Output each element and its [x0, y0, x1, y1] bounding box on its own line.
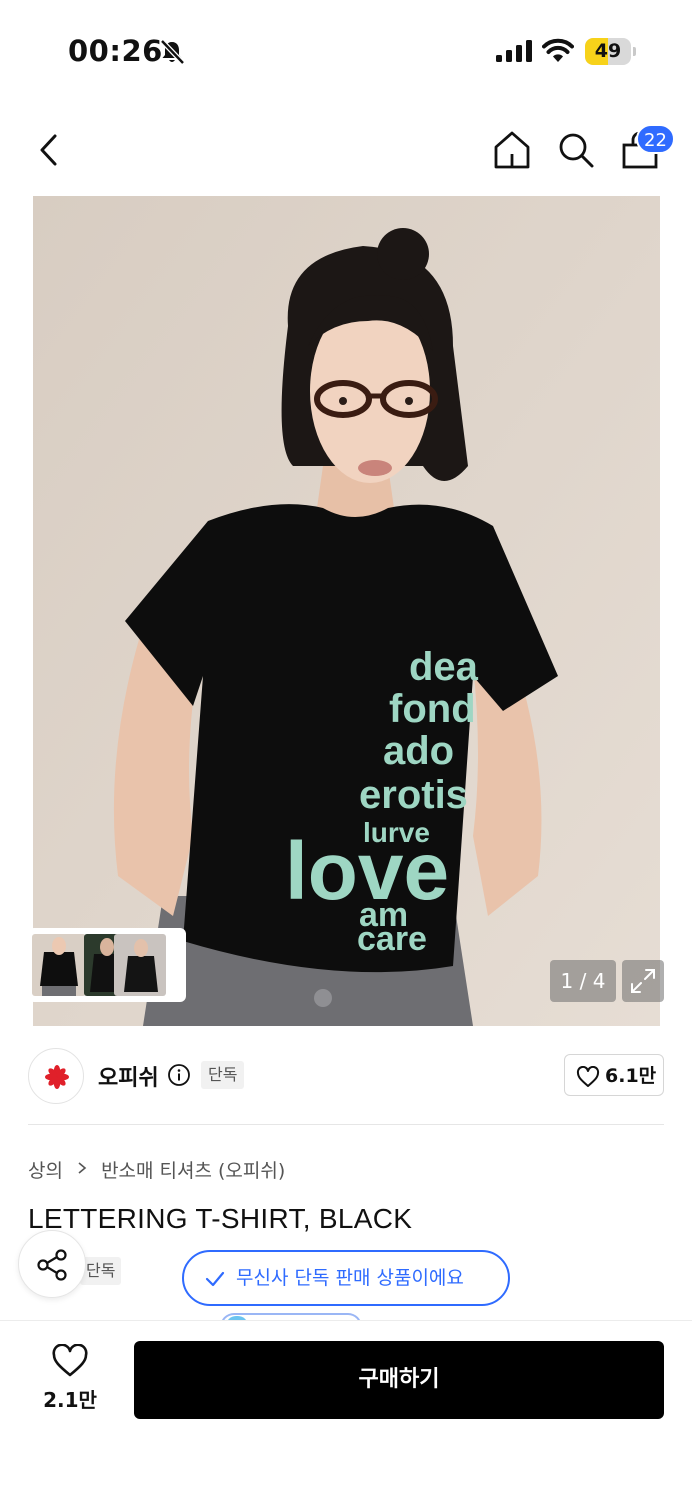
top-nav-bar: [0, 110, 692, 190]
thumbnail-3[interactable]: [114, 934, 166, 996]
brand-logo[interactable]: [28, 1048, 84, 1104]
back-arrow-icon[interactable]: [30, 130, 70, 170]
home-icon[interactable]: [490, 128, 534, 172]
shirt-print-text: erotis: [359, 773, 468, 817]
search-icon[interactable]: [554, 128, 598, 172]
status-bar: 00:26 49: [0, 0, 692, 100]
brand-like-button[interactable]: 6.1만: [564, 1054, 664, 1096]
exclusive-toast: 무신사 단독 판매 상품이에요: [182, 1250, 510, 1306]
cellular-signal-icon: [496, 40, 532, 62]
expand-icon[interactable]: [622, 960, 664, 1002]
thumbnail-1[interactable]: [32, 934, 86, 996]
bell-off-icon: [160, 39, 185, 65]
shirt-print-text: fond: [389, 687, 476, 731]
breadcrumb: 상의 반소매 티셔츠 (오피쉬): [28, 1156, 285, 1183]
heart-icon: [576, 1066, 600, 1087]
breadcrumb-subcategory[interactable]: 반소매 티셔츠 (오피쉬): [101, 1156, 285, 1183]
product-image[interactable]: dea fond ado erotis lurve love am care: [33, 196, 660, 1026]
brand-like-count: 6.1만: [605, 1065, 657, 1087]
divider: [28, 1124, 664, 1125]
shirt-print-text: ado: [383, 729, 454, 773]
product-exclusive-tag: 단독: [80, 1257, 122, 1285]
buy-button[interactable]: 구매하기: [134, 1341, 664, 1419]
brand-name[interactable]: 오피쉬: [98, 1060, 159, 1092]
product-like-count: 2.1만: [43, 1388, 97, 1412]
battery-percentage: 49: [594, 40, 622, 62]
flower-icon: [45, 1065, 69, 1089]
toast-text: 무신사 단독 판매 상품이에요: [236, 1267, 464, 1289]
shirt-print-text: care: [357, 920, 427, 958]
status-time: 00:26: [68, 34, 163, 68]
wifi-icon: [542, 38, 574, 62]
product-like-button[interactable]: 2.1만: [34, 1340, 106, 1416]
image-counter: 1 / 4: [550, 960, 616, 1002]
thumbnail-strip[interactable]: [28, 928, 186, 1002]
product-photo: dea fond ado erotis lurve love am care: [33, 196, 660, 1026]
share-icon: [37, 1249, 67, 1281]
cart-count-badge: 22: [636, 124, 675, 154]
info-icon[interactable]: [167, 1063, 191, 1087]
battery-icon: 49: [585, 38, 637, 65]
exclusive-tag: 단독: [201, 1061, 245, 1089]
heart-icon: [52, 1344, 88, 1377]
breadcrumb-category[interactable]: 상의: [28, 1156, 63, 1183]
share-button[interactable]: [18, 1230, 86, 1298]
check-icon: [205, 1271, 225, 1287]
product-title: LETTERING T-SHIRT, BLACK: [28, 1203, 413, 1234]
shirt-print-text: dea: [409, 645, 479, 689]
chevron-right-icon: [78, 1162, 87, 1174]
